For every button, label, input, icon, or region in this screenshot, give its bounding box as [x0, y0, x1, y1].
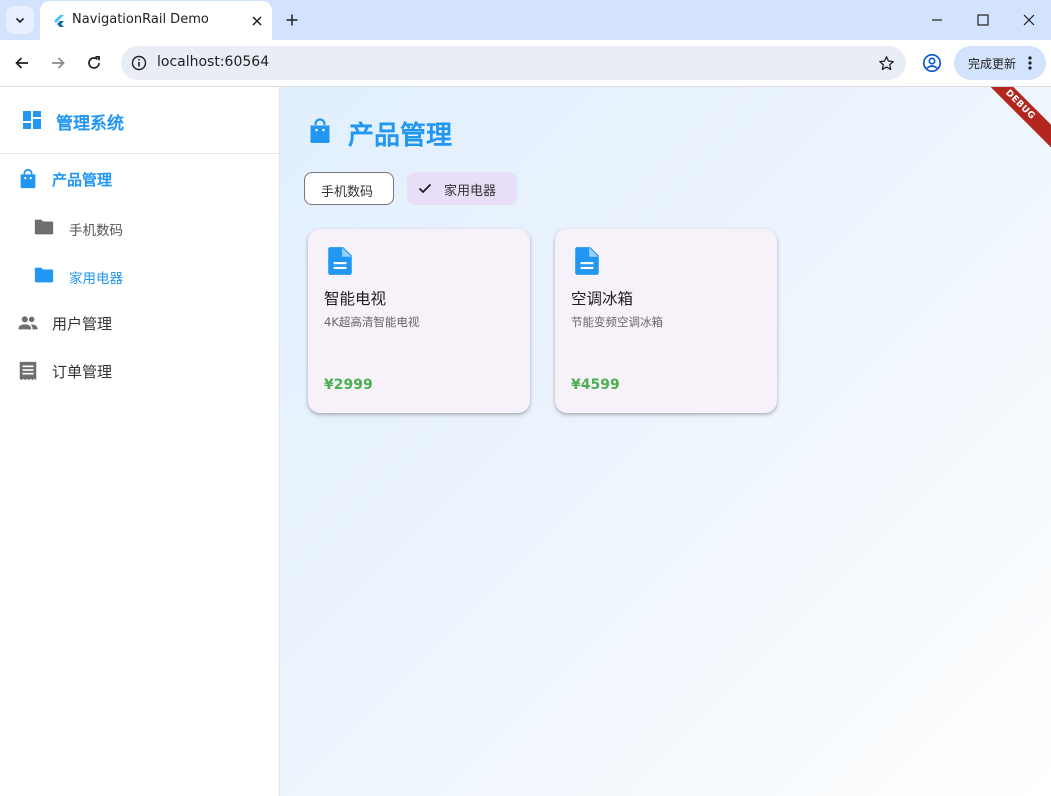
shopping-bag-icon	[310, 118, 330, 143]
tab-close-button[interactable]	[248, 12, 266, 30]
close-icon	[1023, 14, 1035, 26]
address-bar[interactable]: localhost:60564	[121, 46, 906, 80]
new-tab-button[interactable]	[281, 9, 303, 31]
product-name: 智能电视	[324, 290, 387, 308]
sidebar-item-user-management[interactable]: 用户管理	[0, 300, 279, 346]
window-close-button[interactable]	[1015, 6, 1043, 34]
profile-button[interactable]	[920, 51, 944, 75]
document-icon	[575, 247, 599, 275]
shopping-bag-icon	[20, 168, 36, 189]
main-content: DEBUG 产品管理 手机数码 家用电器 智能电视 4K超高清智能电视 ¥299…	[280, 87, 1051, 796]
plus-icon	[286, 14, 298, 26]
arrow-left-icon	[15, 57, 28, 69]
dashboard-icon	[23, 111, 41, 129]
chip-label: 家用电器	[444, 184, 497, 199]
browser-tab-strip: NavigationRail Demo	[0, 0, 1051, 40]
people-icon	[18, 316, 38, 330]
sidebar-item-label: 用户管理	[52, 315, 113, 333]
account-circle-icon	[922, 53, 942, 73]
sidebar-item-label: 订单管理	[52, 363, 113, 381]
tab-title: NavigationRail Demo	[72, 12, 209, 27]
filter-chip-appliances[interactable]: 家用电器	[407, 172, 517, 205]
maximize-icon	[977, 14, 989, 26]
receipt-icon	[19, 361, 37, 381]
folder-icon	[34, 219, 54, 235]
flutter-logo-icon	[54, 15, 64, 27]
close-icon	[252, 16, 262, 26]
sidebar-item-label: 手机数码	[69, 223, 123, 239]
maximize-button[interactable]	[969, 6, 997, 34]
debug-banner: DEBUG	[968, 87, 1051, 157]
product-price: ¥2999	[324, 377, 373, 393]
tab-search-button[interactable]	[6, 6, 34, 34]
info-icon	[131, 55, 147, 71]
url-text: localhost:60564	[157, 54, 270, 70]
sidebar: 管理系统 产品管理 手机数码 家用电器 用户管理 订单管理	[0, 87, 280, 796]
update-button[interactable]: 完成更新	[954, 46, 1046, 80]
browser-tab[interactable]: NavigationRail Demo	[40, 1, 272, 40]
sidebar-item-label: 家用电器	[69, 271, 123, 287]
site-info-button[interactable]	[129, 53, 149, 73]
browser-toolbar: localhost:60564 完成更新	[0, 40, 1051, 87]
chip-label: 手机数码	[321, 185, 374, 200]
sidebar-header: 管理系统	[0, 87, 279, 154]
product-description: 4K超高清智能电视	[324, 315, 420, 329]
check-icon	[418, 183, 432, 194]
sidebar-title: 管理系统	[56, 114, 124, 134]
product-name: 空调冰箱	[571, 290, 634, 308]
back-button[interactable]	[9, 50, 35, 76]
star-icon	[878, 55, 894, 70]
document-icon	[328, 247, 352, 275]
product-description: 节能变频空调冰箱	[571, 315, 663, 329]
reload-icon	[88, 55, 100, 69]
filter-chip-digital[interactable]: 手机数码	[304, 172, 394, 205]
update-button-label: 完成更新	[968, 57, 1017, 71]
more-vert-icon	[1028, 56, 1032, 70]
sidebar-subitem-digital[interactable]: 手机数码	[0, 204, 279, 250]
folder-icon	[34, 267, 54, 283]
minimize-icon	[932, 19, 942, 21]
product-card[interactable]: 空调冰箱 节能变频空调冰箱 ¥4599	[555, 229, 777, 413]
forward-button[interactable]	[45, 50, 71, 76]
arrow-right-icon	[52, 57, 65, 69]
sidebar-item-order-management[interactable]: 订单管理	[0, 348, 279, 394]
sidebar-item-label: 产品管理	[52, 171, 113, 189]
chevron-down-icon	[15, 17, 25, 24]
product-card[interactable]: 智能电视 4K超高清智能电视 ¥2999	[308, 229, 530, 413]
more-menu-button[interactable]	[1022, 54, 1038, 72]
minimize-button[interactable]	[923, 6, 951, 34]
sidebar-item-product-management[interactable]: 产品管理	[0, 156, 279, 202]
reload-button[interactable]	[81, 50, 107, 76]
sidebar-subitem-appliances[interactable]: 家用电器	[0, 252, 279, 298]
page-title: 产品管理	[348, 121, 453, 151]
product-price: ¥4599	[571, 377, 620, 393]
bookmark-button[interactable]	[876, 53, 896, 73]
